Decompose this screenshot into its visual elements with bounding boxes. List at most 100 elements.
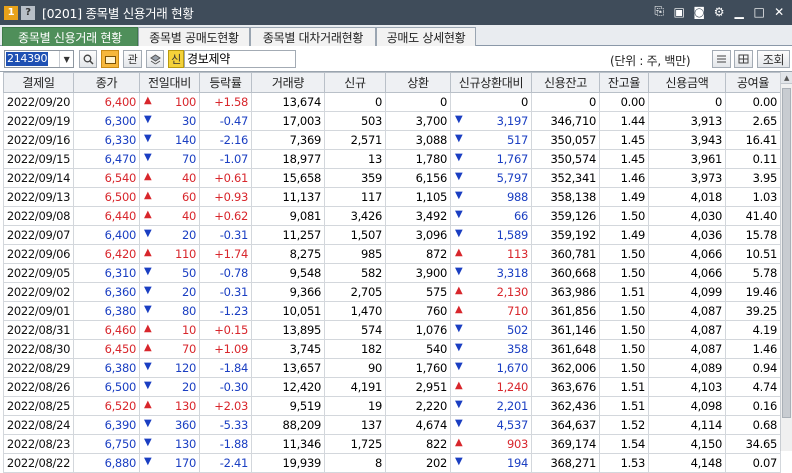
scrollbar-thumb[interactable] [782,88,791,418]
cell-date: 2022/08/23 [3,434,74,454]
table-row[interactable]: 2022/08/23 6,750 ▼ 130 -1.88 11,346 1,725 822 ▲ 9… [3,434,781,454]
help-button[interactable]: ? [21,5,35,20]
table-row[interactable]: 2022/09/01 6,380 ▼ 80 -1.23 10,051 1,470 760 ▲ 71… [3,301,781,321]
down-arrow-icon: ▼ [455,171,463,182]
cell-net: ▼ 3,318 [450,263,532,283]
grid-view-icon[interactable] [734,50,753,68]
cell-date-value: 2022/08/25 [6,399,71,413]
header-close[interactable]: 종가 [73,72,140,93]
cell-balance-ratio: 1.52 [599,415,649,435]
cell-rate-value: -2.16 [219,133,249,147]
table-row[interactable]: 2022/09/07 6,400 ▼ 20 -0.31 11,257 1,507 3,096 ▼… [3,225,781,245]
cell-repay: 6,156 [385,168,451,188]
header-credit-amount[interactable]: 신용금액 [648,72,726,93]
cell-balance-ratio: 1.45 [599,149,649,169]
table-row[interactable]: 2022/08/26 6,500 ▼ 20 -0.30 12,420 4,191 2,951 ▲… [3,377,781,397]
down-arrow-icon: ▼ [144,304,152,315]
header-settle-date[interactable]: 결제일 [3,72,74,93]
save-icon[interactable]: ▣ [672,4,686,19]
vertical-scrollbar[interactable]: ▲ [780,72,792,451]
cell-credit-amount: 4,087 [648,320,726,340]
tab-short-detail[interactable]: 공매도 상세현황 [376,27,476,46]
cell-grant-ratio-value: 0.00 [752,95,778,109]
cell-date-value: 2022/08/30 [6,342,71,356]
table-row[interactable]: 2022/08/24 6,390 ▼ 360 -5.33 88,209 137 4,674 ▼ 4… [3,415,781,435]
cell-net-value: 358 [506,342,528,356]
header-new[interactable]: 신규 [324,72,386,93]
cell-repay-value: 1,780 [415,152,448,166]
gear-icon[interactable]: ⚙ [712,4,726,19]
up-arrow-icon: ▲ [144,190,152,201]
folder-icon[interactable] [101,50,119,68]
table-row[interactable]: 2022/08/30 6,450 ▲ 70 +1.09 3,745 182 540 ▼ 358 36… [3,339,781,359]
table-row[interactable]: 2022/09/19 6,300 ▼ 30 -0.47 17,003 503 3,700 ▼ 3,… [3,111,781,131]
cell-rate-value: +1.09 [214,342,248,356]
camera-icon[interactable]: ◙ [692,4,706,19]
scroll-up-icon[interactable]: ▲ [781,72,792,84]
cell-balance-ratio-value: 1.51 [620,285,646,299]
link-icon[interactable]: ⎘ [652,4,666,19]
cell-new-value: 19 [367,399,382,413]
header-balance[interactable]: 신용잔고 [531,72,600,93]
cell-volume: 10,051 [251,301,325,321]
cell-close: 6,400 [73,225,140,245]
cell-balance: 363,676 [531,377,600,397]
search-icon[interactable] [79,50,97,68]
header-net[interactable]: 신규상환대비 [450,72,532,93]
cell-date: 2022/08/24 [3,415,74,435]
tab-lending[interactable]: 종목별 대차거래현황 [250,27,376,46]
header-rate[interactable]: 등락률 [199,72,252,93]
table-row[interactable]: 2022/09/16 6,330 ▼ 140 -2.16 7,369 2,571 3,088 ▼… [3,130,781,150]
cell-balance-ratio: 1.45 [599,130,649,150]
list-view-icon[interactable] [712,50,731,68]
table-row[interactable]: 2022/08/31 6,460 ▲ 10 +0.15 13,895 574 1,076 ▼ 50… [3,320,781,340]
cell-balance-ratio-value: 0.00 [620,95,646,109]
cell-grant-ratio: 0.16 [725,396,781,416]
cell-rate: -0.31 [199,282,252,302]
close-icon[interactable]: ✕ [772,4,786,19]
owner-button[interactable]: 관 [123,50,142,68]
tab-short-selling[interactable]: 종목별 공매도현황 [138,27,250,46]
header-change[interactable]: 전일대비 [139,72,200,93]
cell-volume: 13,657 [251,358,325,378]
table-row[interactable]: 2022/09/15 6,470 ▼ 70 -1.07 18,977 13 1,780 ▼ 1,7… [3,149,781,169]
stock-code-value: 214390 [6,52,49,66]
header-volume[interactable]: 거래량 [251,72,325,93]
cell-grant-ratio: 0.07 [725,453,781,473]
cell-repay-value: 1,760 [415,361,448,375]
stock-code-input[interactable]: 214390 ▼ [4,50,74,68]
query-button[interactable]: 조회 [757,50,790,68]
cell-credit-amount: 4,089 [648,358,726,378]
tab-credit-trading[interactable]: 종목별 신용거래 현황 [2,27,138,46]
cell-rate: -0.78 [199,263,252,283]
table-row[interactable]: 2022/08/22 6,880 ▼ 170 -2.41 19,939 8 202 ▼ 194 36… [3,453,781,473]
cell-close-value: 6,450 [104,342,137,356]
table-row[interactable]: 2022/08/25 6,520 ▲ 130 +2.03 9,519 19 2,220 ▼ 2,2… [3,396,781,416]
chevron-down-icon[interactable]: ▼ [59,51,73,67]
table-row[interactable]: 2022/09/06 6,420 ▲ 110 +1.74 8,275 985 872 ▲ 113 3… [3,244,781,264]
header-balance-ratio[interactable]: 잔고율 [599,72,649,93]
cell-date-value: 2022/09/16 [6,133,71,147]
header-grant-ratio[interactable]: 공여율 [725,72,781,93]
table-row[interactable]: 2022/08/29 6,380 ▼ 120 -1.84 13,657 90 1,760 ▼ 1,… [3,358,781,378]
cell-new-value: 2,571 [350,133,383,147]
cell-balance: 346,710 [531,111,600,131]
maximize-icon[interactable]: □ [752,4,766,19]
table-row[interactable]: 2022/09/13 6,500 ▲ 60 +0.93 11,137 117 1,105 ▼ 98… [3,187,781,207]
cell-close: 6,360 [73,282,140,302]
cell-volume-value: 11,137 [282,190,322,204]
table-row[interactable]: 2022/09/02 6,360 ▼ 20 -0.31 9,366 2,705 575 ▲ 2,1… [3,282,781,302]
minimize-icon[interactable]: ▁ [732,4,746,19]
layers-icon[interactable] [146,50,164,68]
cell-grant-ratio-value: 0.11 [752,152,778,166]
table-row[interactable]: 2022/09/05 6,310 ▼ 50 -0.78 9,548 582 3,900 ▼ 3,3… [3,263,781,283]
table-row[interactable]: 2022/09/08 6,440 ▲ 40 +0.62 9,081 3,426 3,492 ▼ 6… [3,206,781,226]
cell-rate-value: -1.88 [219,437,249,451]
table-row[interactable]: 2022/09/14 6,540 ▲ 40 +0.61 15,658 359 6,156 ▼ 5,… [3,168,781,188]
cell-rate: -1.88 [199,434,252,454]
header-repay[interactable]: 상환 [385,72,451,93]
window-title: [0201] 종목별 신용거래 현황 [42,6,194,21]
up-arrow-icon: ▲ [455,437,463,448]
table-row[interactable]: 2022/09/20 6,400 ▲ 100 +1.58 13,674 0 0 0 0 0.00 0 0… [3,92,781,112]
down-arrow-icon: ▼ [455,266,463,277]
